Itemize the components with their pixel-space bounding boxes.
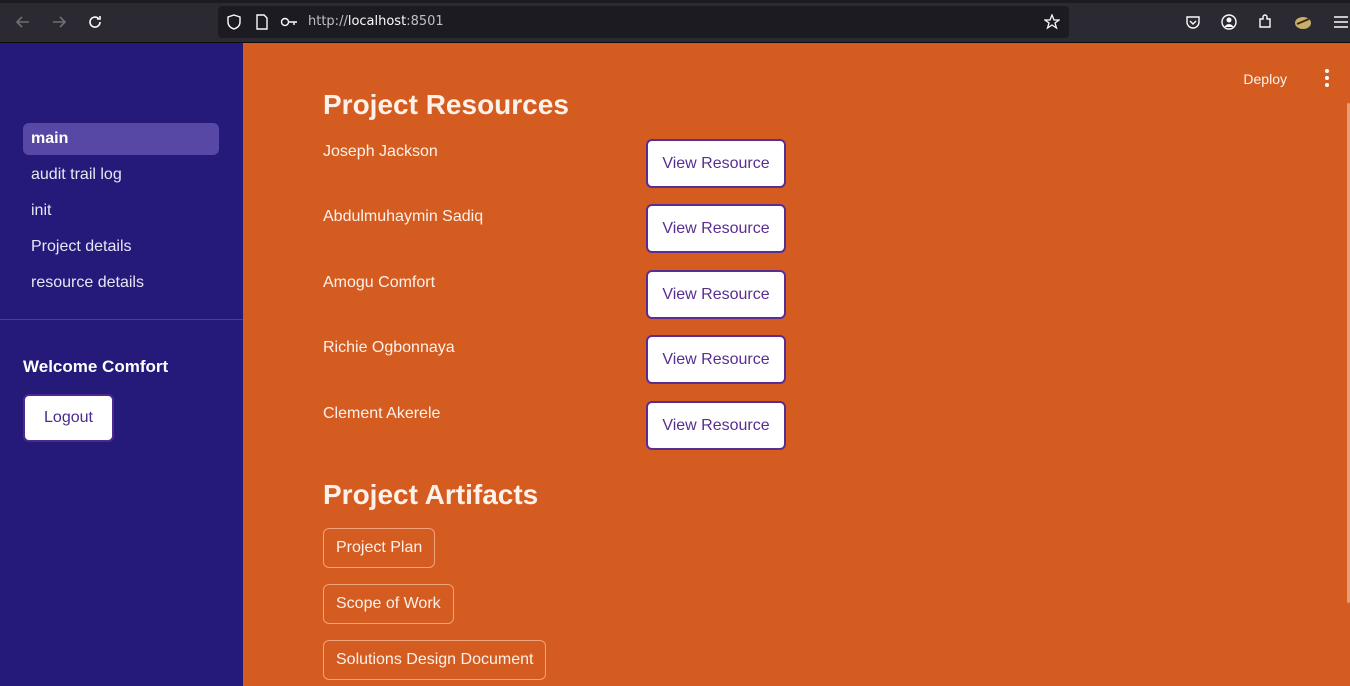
resource-name: Clement Akerele [323,405,441,422]
artifact-button-project-plan[interactable]: Project Plan [323,528,436,568]
view-resource-button[interactable]: View Resource [646,139,786,188]
sidebar-item-resource-details[interactable]: resource details [23,267,219,299]
view-resource-button[interactable]: View Resource [646,270,786,319]
sidebar-item-init[interactable]: init [23,195,219,227]
view-resource-button[interactable]: View Resource [646,401,786,450]
resource-name: Amogu Comfort [323,274,436,291]
extensions-icon[interactable] [1255,12,1275,32]
browser-toolbar: http://localhost:8501 [0,0,1350,43]
shield-icon[interactable] [225,13,243,31]
sidebar-item-label: audit trail log [31,166,122,183]
back-icon[interactable] [11,10,35,34]
reload-icon[interactable] [83,10,107,34]
pocket-icon[interactable] [1183,12,1203,32]
view-resource-button[interactable]: View Resource [646,204,786,253]
key-icon[interactable] [280,13,298,31]
sidebar-nav: main audit trail log init Project detail… [23,123,219,303]
view-resource-button[interactable]: View Resource [646,335,786,384]
sidebar-item-audit-trail-log[interactable]: audit trail log [23,159,219,191]
sidebar-item-label: Project details [31,238,132,255]
url-text[interactable]: http://localhost:8501 [308,14,444,29]
page-icon[interactable] [253,13,271,31]
forward-icon[interactable] [47,10,71,34]
url-bar[interactable]: http://localhost:8501 [218,6,1069,38]
sidebar-divider [0,319,243,320]
sidebar-item-project-details[interactable]: Project details [23,231,219,263]
bookmark-star-icon[interactable] [1043,13,1061,31]
more-options-icon[interactable] [1322,69,1332,87]
sidebar: main audit trail log init Project detail… [0,43,243,686]
main-content: Deploy Project Resources Joseph Jackson … [243,43,1350,686]
resource-name: Joseph Jackson [323,143,438,160]
artifact-button-solutions-design-document[interactable]: Solutions Design Document [323,640,547,680]
artifact-button-scope-of-work[interactable]: Scope of Work [323,584,454,624]
account-icon[interactable] [1219,12,1239,32]
sidebar-item-label: init [31,202,52,219]
sidebar-item-label: resource details [31,274,144,291]
welcome-message: Welcome Comfort [23,357,169,376]
resource-name: Abdulmuhaymin Sadiq [323,208,484,225]
tab-strip [0,0,1350,3]
sidebar-item-main[interactable]: main [23,123,219,155]
deploy-button[interactable]: Deploy [1243,71,1287,87]
resources-title: Project Resources [323,89,569,120]
menu-icon[interactable] [1331,12,1350,32]
sidebar-item-label: main [31,130,69,147]
logout-button[interactable]: Logout [23,394,114,442]
artifacts-title: Project Artifacts [323,479,539,510]
resource-name: Richie Ogbonnaya [323,339,455,356]
extension-avatar-icon[interactable] [1293,12,1313,32]
